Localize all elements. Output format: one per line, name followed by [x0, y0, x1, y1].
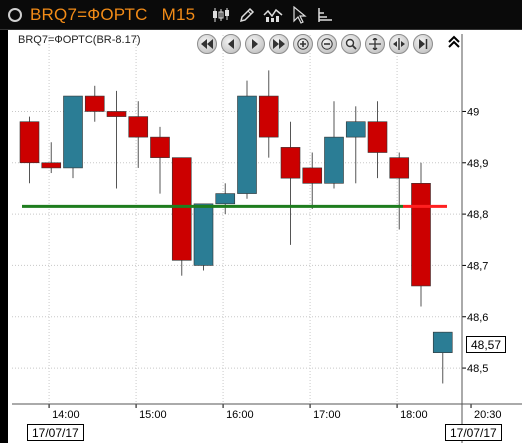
double-left-icon: [201, 39, 213, 49]
scroll-right-button[interactable]: [245, 34, 265, 54]
candle-body: [150, 136, 170, 158]
auto-scale-button[interactable]: [365, 34, 385, 54]
y-tick-label: 49: [467, 106, 479, 118]
plus-icon: [297, 38, 309, 50]
x-tick-label: 20:30: [474, 409, 502, 421]
date-label-left: 17/07/17: [27, 424, 84, 441]
split-view-button[interactable]: [389, 34, 409, 54]
end-marker-icon: [419, 39, 428, 49]
candle-body: [193, 203, 214, 266]
candle-body: [128, 116, 149, 138]
double-right-icon: [273, 39, 285, 49]
minus-icon: [321, 38, 333, 50]
scroll-end-button[interactable]: [269, 34, 289, 54]
x-tick-label: 16:00: [226, 409, 254, 421]
x-tick-label: 17:00: [313, 409, 341, 421]
candle-body: [171, 157, 192, 261]
candle-body: [215, 193, 236, 205]
price-chart[interactable]: 49 48,9 48,8 48,7 48,6 48,5 14:00 15:00 16:00 17:…: [0, 0, 522, 443]
candle-body: [41, 162, 62, 169]
chart-grid: [12, 35, 462, 404]
current-price-tag: 48,57: [466, 336, 507, 353]
y-tick-label: 48,6: [467, 312, 488, 324]
x-tick-label: 15:00: [139, 409, 167, 421]
candle-body: [367, 121, 388, 153]
y-tick-label: 48,8: [467, 209, 488, 221]
left-arrow-icon: [228, 39, 234, 49]
x-tick-label: 14:00: [52, 409, 80, 421]
y-tick-label: 48,9: [467, 158, 488, 170]
candle-series: [19, 70, 453, 384]
candle-body: [258, 95, 279, 138]
candle-body: [302, 167, 323, 184]
scroll-left-button[interactable]: [221, 34, 241, 54]
navigation-bar: [197, 34, 433, 54]
tick-labels: 49 48,9 48,8 48,7 48,6 48,5 14:00 15:00 16:00 17:…: [52, 106, 501, 421]
zoom-out-button[interactable]: [317, 34, 337, 54]
split-icon: [393, 38, 405, 50]
chart-axes: [12, 34, 522, 443]
y-tick-label: 48,7: [467, 260, 488, 272]
x-tick-label: 18:00: [400, 409, 428, 421]
candle-body: [84, 95, 105, 112]
right-arrow-icon: [252, 39, 258, 49]
scroll-start-button[interactable]: [197, 34, 217, 54]
candle-body: [106, 111, 127, 117]
auto-scale-icon: [369, 38, 381, 50]
zoom-in-button[interactable]: [293, 34, 313, 54]
candle-body: [432, 331, 453, 353]
candle-body: [280, 147, 301, 179]
zoom-fit-button[interactable]: [341, 34, 361, 54]
collapse-chevron-icon[interactable]: [448, 35, 460, 49]
end-marker-button[interactable]: [413, 34, 433, 54]
y-tick-label: 48,5: [467, 363, 488, 375]
date-label-right: 17/07/17: [445, 424, 502, 441]
chart-title: BRQ7=ФОРТС(BR-8.17): [18, 34, 140, 46]
candle-body: [389, 157, 410, 179]
candle-body: [237, 95, 257, 194]
candle-body: [63, 95, 83, 169]
magnifier-icon: [345, 38, 357, 50]
candle-body: [411, 183, 431, 287]
candle-body: [345, 121, 366, 138]
candle-body: [19, 121, 40, 164]
candle-body: [324, 136, 344, 184]
